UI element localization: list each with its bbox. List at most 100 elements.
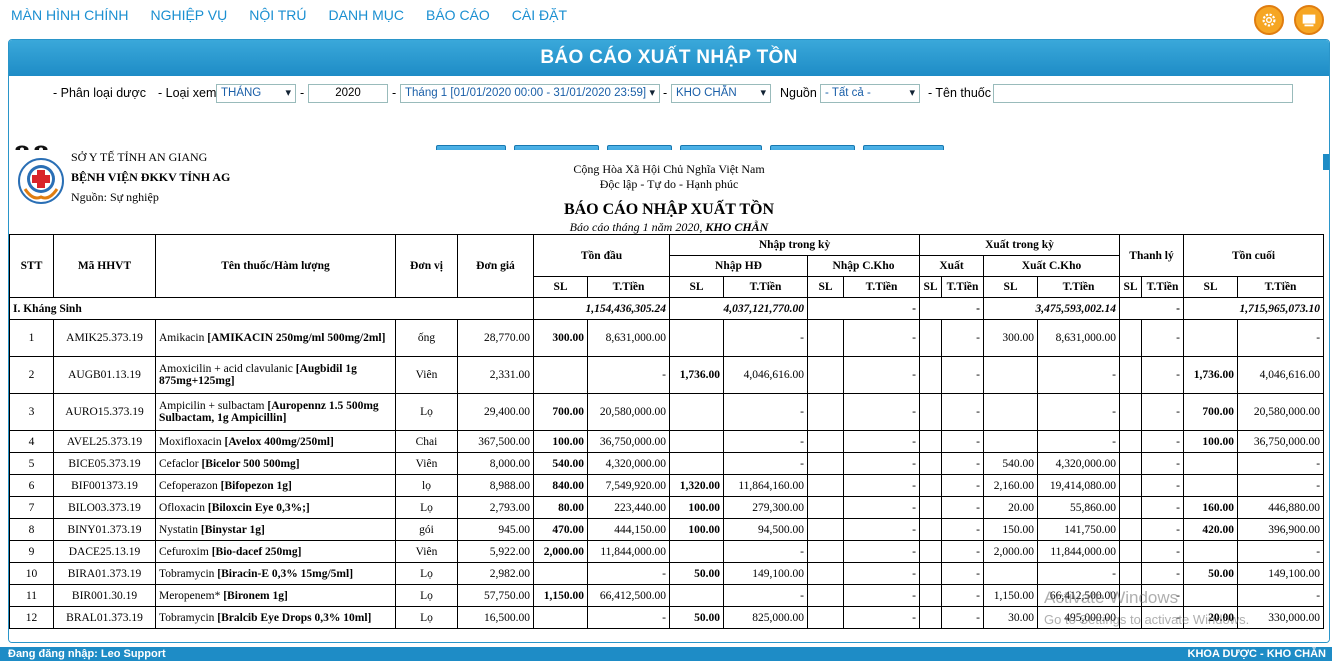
cell-td-tt: - — [586, 562, 671, 585]
cell-tl-tt: - — [1141, 518, 1185, 541]
subtitle-text: Báo cáo tháng 1 năm 2020, — [569, 220, 706, 234]
cell-nck-sl — [807, 356, 845, 394]
cell-x-sl — [919, 430, 943, 453]
cell-dv: Lọ — [395, 584, 458, 607]
cell-tl-tt: - — [1141, 430, 1185, 453]
menu-item-bao-cao[interactable]: BÁO CÁO — [426, 7, 490, 23]
nguon-select[interactable]: - Tất cả - — [820, 84, 920, 103]
cell-xck-tt: 19,414,080.00 — [1037, 474, 1121, 497]
cell-nck-sl — [807, 606, 845, 629]
cell-tl-sl — [1119, 496, 1143, 519]
cell-nh-sl: 50.00 — [669, 562, 725, 585]
cell-xck-sl: 300.00 — [983, 319, 1039, 357]
cell-nck-tt: - — [843, 584, 921, 607]
cell-dv: Viên — [395, 356, 458, 394]
cell-dv: Chai — [395, 430, 458, 453]
table-row[interactable]: 8 BINY01.373.19 Nystatin [Binystar 1g] gói 9… — [9, 518, 1325, 541]
cell-nh-sl — [669, 584, 725, 607]
cell-nh-sl — [669, 430, 725, 453]
group-toncuoi-total: 1,715,965,073.10 — [1183, 297, 1325, 320]
cell-td-tt: 223,440.00 — [586, 496, 671, 519]
menu-item-danh-muc[interactable]: DANH MỤC — [329, 7, 404, 23]
screen-button[interactable] — [1294, 5, 1324, 35]
cell-name: Amoxicilin + acid clavulanic [Augbidil 1… — [155, 356, 396, 394]
menu-item-man-hinh-chinh[interactable]: MÀN HÌNH CHÍNH — [11, 7, 128, 23]
cell-td-sl: 80.00 — [533, 496, 588, 519]
cell-tc-tt: 36,750,000.00 — [1237, 430, 1325, 453]
cell-tc-tt: 4,046,616.00 — [1237, 356, 1325, 394]
cell-xck-sl: 2,000.00 — [983, 540, 1039, 563]
menu-item-nghiep-vu[interactable]: NGHIỆP VỤ — [150, 7, 227, 23]
group-name: I. Kháng Sinh — [9, 297, 534, 320]
sub-ttien: T.Tiền — [1037, 276, 1121, 298]
col-stt: STT — [9, 234, 54, 298]
dash-2: - — [392, 86, 397, 100]
year-input[interactable]: 2020 — [308, 84, 388, 103]
report-header: SỞ Y TẾ TỈNH AN GIANG BỆNH VIỆN ĐKKV TỈN… — [9, 150, 1329, 234]
report-area[interactable]: SỞ Y TẾ TỈNH AN GIANG BỆNH VIỆN ĐKKV TỈN… — [9, 150, 1329, 642]
drug-brand-name: [Biloxcin Eye 0,3%;] — [207, 501, 310, 514]
cell-name: Moxifloxacin [Avelox 400mg/250ml] — [155, 430, 396, 453]
cell-nck-sl — [807, 496, 845, 519]
menu-item-cai-dat[interactable]: CÀI ĐẶT — [512, 7, 567, 23]
cell-x-sl — [919, 356, 943, 394]
cell-stt: 8 — [9, 518, 54, 541]
cell-stt: 7 — [9, 496, 54, 519]
cell-nck-sl — [807, 430, 845, 453]
settings-button[interactable] — [1254, 5, 1284, 35]
period-select[interactable]: Tháng 1 [01/01/2020 00:00 - 31/01/2020 2… — [400, 84, 660, 103]
cell-stt: 4 — [9, 430, 54, 453]
table-row[interactable]: 5 BICE05.373.19 Cefaclor [Bicelor 500 500m… — [9, 452, 1325, 475]
cell-dg: 16,500.00 — [457, 606, 534, 629]
cell-nh-tt: 4,046,616.00 — [723, 356, 809, 394]
cell-ma: BIRA01.373.19 — [53, 562, 156, 585]
cell-ma: BIF001373.19 — [53, 474, 156, 497]
cell-nh-tt: - — [723, 393, 809, 431]
ten-thuoc-input[interactable] — [993, 84, 1293, 103]
cell-xck-sl — [983, 393, 1039, 431]
table-row[interactable]: 6 BIF001373.19 Cefoperazon [Bifopezon 1g] l… — [9, 474, 1325, 497]
cell-nh-tt: - — [723, 319, 809, 357]
col-ma-hhvt: Mã HHVT — [53, 234, 156, 298]
cell-tc-tt: - — [1237, 452, 1325, 475]
cell-x-sl — [919, 452, 943, 475]
group-nhapck-total: - — [807, 297, 921, 320]
cell-td-sl — [533, 606, 588, 629]
cell-name: Amikacin [AMIKACIN 250mg/ml 500mg/2ml] — [155, 319, 396, 357]
national-title: Cộng Hòa Xã Hội Chủ Nghĩa Việt Nam — [573, 162, 765, 176]
table-row[interactable]: 3 AURO15.373.19 Ampicilin + sulbactam [Aur… — [9, 393, 1325, 431]
loai-xem-select[interactable]: THÁNG — [216, 84, 296, 103]
cell-stt: 11 — [9, 584, 54, 607]
table-row[interactable]: 7 BILO03.373.19 Ofloxacin [Biloxcin Eye 0,… — [9, 496, 1325, 519]
cell-dg: 945.00 — [457, 518, 534, 541]
cell-nck-tt: - — [843, 430, 921, 453]
kho-select[interactable]: KHO CHẴN — [671, 84, 771, 103]
cell-nh-tt: - — [723, 584, 809, 607]
sub-sl: SL — [919, 276, 943, 298]
table-row[interactable]: 10 BIRA01.373.19 Tobramycin [Biracin-E 0,3… — [9, 562, 1325, 585]
report-panel: BÁO CÁO XUẤT NHẬP TỒN - Phân loại dược -… — [8, 39, 1330, 643]
cell-x-tt: - — [941, 356, 985, 394]
cell-nck-sl — [807, 584, 845, 607]
cell-nh-tt: 149,100.00 — [723, 562, 809, 585]
table-row[interactable]: 1 AMIK25.373.19 Amikacin [AMIKACIN 250mg/m… — [9, 319, 1325, 357]
cell-ma: BINY01.373.19 — [53, 518, 156, 541]
table-row[interactable]: 9 DACE25.13.19 Cefuroxim [Bio-dacef 250mg]… — [9, 540, 1325, 563]
table-row[interactable]: 2 AUGB01.13.19 Amoxicilin + acid clavulani… — [9, 356, 1325, 394]
cell-td-tt: 66,412,500.00 — [586, 584, 671, 607]
cell-xck-tt: - — [1037, 356, 1121, 394]
table-row[interactable]: 4 AVEL25.373.19 Moxifloxacin [Avelox 400mg… — [9, 430, 1325, 453]
col-xuat: Xuất — [919, 255, 985, 277]
cell-stt: 3 — [9, 393, 54, 431]
cell-tl-tt: - — [1141, 496, 1185, 519]
cell-nh-tt: 825,000.00 — [723, 606, 809, 629]
monitor-icon — [1302, 14, 1316, 27]
cell-tc-sl: 420.00 — [1183, 518, 1239, 541]
menu-item-noi-tru[interactable]: NỘI TRÚ — [249, 7, 306, 23]
cell-xck-tt: 141,750.00 — [1037, 518, 1121, 541]
cell-x-tt: - — [941, 562, 985, 585]
cell-tl-tt: - — [1141, 393, 1185, 431]
cell-nh-sl: 1,320.00 — [669, 474, 725, 497]
cell-x-sl — [919, 319, 943, 357]
cell-xck-sl: 20.00 — [983, 496, 1039, 519]
